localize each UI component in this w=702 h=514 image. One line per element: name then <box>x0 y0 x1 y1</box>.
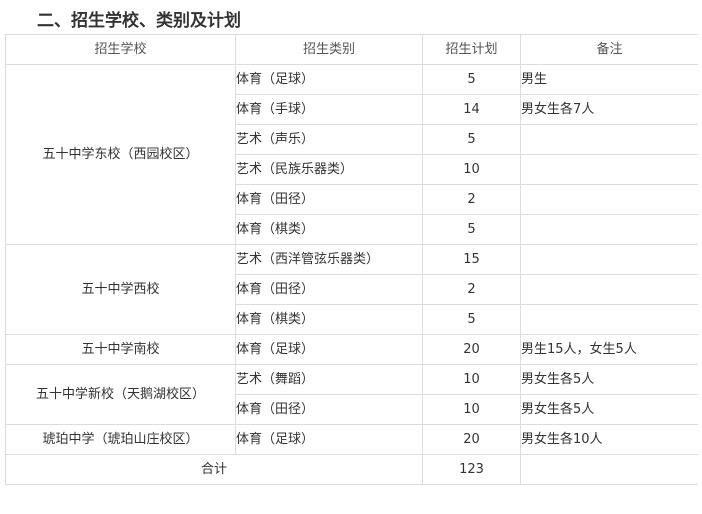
category-cell: 艺术（西洋管弦乐器类） <box>235 244 423 275</box>
note-cell: 男女生各5人 <box>520 364 699 395</box>
table-row: 五十中学西校 艺术（西洋管弦乐器类） 15 <box>5 244 699 335</box>
category-cell: 体育（田径） <box>235 184 423 215</box>
table-row: 五十中学东校（西园校区） 体育（足球） 5 男生 <box>5 64 699 245</box>
note-cell: 男女生各5人 <box>520 394 699 425</box>
enrollment-plan-table: 招生学校 招生类别 招生计划 备注 五十中学东校（西园校区） 体育（足球） 5 … <box>5 34 699 485</box>
category-cell: 艺术（民族乐器类） <box>235 154 423 185</box>
total-row: 合计 123 <box>5 454 699 485</box>
note-cell <box>520 274 699 305</box>
category-cell: 体育（田径） <box>235 274 423 305</box>
note-cell <box>520 304 699 335</box>
plan-cell: 5 <box>422 64 521 95</box>
school-cell: 五十中学南校 <box>5 334 236 365</box>
header-note: 备注 <box>520 34 699 65</box>
school-cell: 五十中学东校（西园校区） <box>5 64 236 245</box>
school-cell: 五十中学西校 <box>5 244 236 335</box>
plan-cell: 10 <box>422 154 521 185</box>
category-cell: 艺术（舞蹈） <box>235 364 423 395</box>
category-cell: 体育（足球） <box>235 334 423 365</box>
note-cell <box>520 154 699 185</box>
note-cell <box>520 124 699 155</box>
header-category: 招生类别 <box>235 34 423 65</box>
category-cell: 体育（足球） <box>235 64 423 95</box>
plan-cell: 2 <box>422 274 521 305</box>
note-cell: 男生15人，女生5人 <box>520 334 699 365</box>
school-cell: 琥珀中学（琥珀山庄校区） <box>5 424 236 455</box>
right-margin <box>698 0 702 514</box>
table-row: 五十中学南校 体育（足球） 20 男生15人，女生5人 <box>5 334 699 365</box>
category-cell: 体育（手球） <box>235 94 423 125</box>
note-cell <box>520 214 699 245</box>
header-school: 招生学校 <box>5 34 236 65</box>
plan-cell: 14 <box>422 94 521 125</box>
table-row: 五十中学新校（天鹅湖校区） 艺术（舞蹈） 10 男女生各5人 <box>5 364 699 425</box>
note-cell: 男女生各7人 <box>520 94 699 125</box>
plan-cell: 5 <box>422 124 521 155</box>
category-cell: 体育（棋类） <box>235 304 423 335</box>
table-header-row: 招生学校 招生类别 招生计划 备注 <box>5 34 699 65</box>
category-cell: 体育（棋类） <box>235 214 423 245</box>
header-plan: 招生计划 <box>422 34 521 65</box>
plan-cell: 20 <box>422 334 521 365</box>
plan-cell: 2 <box>422 184 521 215</box>
plan-cell: 10 <box>422 394 521 425</box>
plan-cell: 5 <box>422 214 521 245</box>
note-cell: 男女生各10人 <box>520 424 699 455</box>
category-cell: 体育（田径） <box>235 394 423 425</box>
section-heading: 二、招生学校、类别及计划 <box>37 11 241 31</box>
note-cell: 男生 <box>520 64 699 95</box>
note-cell <box>520 184 699 215</box>
school-cell: 五十中学新校（天鹅湖校区） <box>5 364 236 425</box>
plan-cell: 5 <box>422 304 521 335</box>
total-note <box>520 454 699 485</box>
plan-cell: 20 <box>422 424 521 455</box>
plan-cell: 15 <box>422 244 521 275</box>
note-cell <box>520 244 699 275</box>
category-cell: 艺术（声乐） <box>235 124 423 155</box>
total-plan: 123 <box>422 454 521 485</box>
table-row: 琥珀中学（琥珀山庄校区） 体育（足球） 20 男女生各10人 <box>5 424 699 455</box>
total-label: 合计 <box>5 454 423 485</box>
plan-cell: 10 <box>422 364 521 395</box>
category-cell: 体育（足球） <box>235 424 423 455</box>
